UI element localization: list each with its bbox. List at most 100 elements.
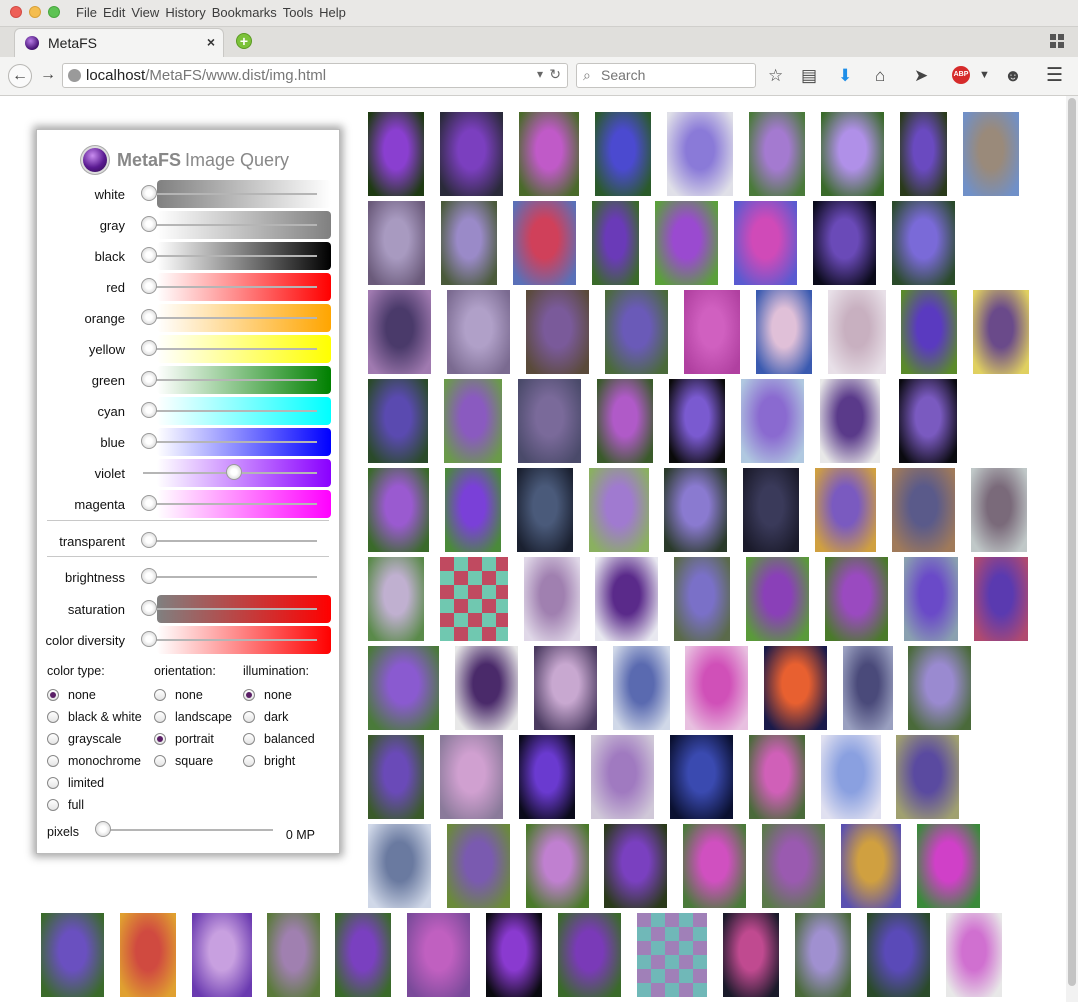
image-thumbnail[interactable]: [368, 824, 431, 908]
pixels-slider-knob[interactable]: [95, 821, 111, 837]
green-slider-track[interactable]: [143, 379, 317, 381]
image-thumbnail[interactable]: [904, 557, 958, 641]
menu-help[interactable]: Help: [319, 5, 346, 20]
transparent-slider-track[interactable]: [143, 540, 317, 542]
image-thumbnail[interactable]: [795, 913, 851, 997]
image-thumbnail[interactable]: [900, 112, 947, 196]
image-thumbnail[interactable]: [524, 557, 580, 641]
image-thumbnail[interactable]: [368, 290, 431, 374]
radio-button[interactable]: [154, 755, 166, 767]
tab-metafs[interactable]: MetaFS ×: [14, 28, 224, 58]
pixels-slider-track[interactable]: [97, 829, 273, 831]
image-thumbnail[interactable]: [764, 646, 827, 730]
illumination-option-dark[interactable]: dark: [243, 706, 315, 728]
image-thumbnail[interactable]: [519, 735, 575, 819]
image-thumbnail[interactable]: [517, 468, 573, 552]
image-thumbnail[interactable]: [120, 913, 176, 997]
brightness-slider-knob[interactable]: [141, 568, 157, 584]
violet-slider-knob[interactable]: [226, 464, 242, 480]
image-thumbnail[interactable]: [683, 824, 746, 908]
image-thumbnail[interactable]: [734, 201, 797, 285]
image-thumbnail[interactable]: [664, 468, 727, 552]
black-slider-track[interactable]: [143, 255, 317, 257]
image-thumbnail[interactable]: [655, 201, 718, 285]
image-thumbnail[interactable]: [762, 824, 825, 908]
image-thumbnail[interactable]: [917, 824, 980, 908]
red-slider-track[interactable]: [143, 286, 317, 288]
image-thumbnail[interactable]: [526, 290, 589, 374]
image-thumbnail[interactable]: [368, 646, 439, 730]
image-thumbnail[interactable]: [749, 735, 805, 819]
image-thumbnail[interactable]: [486, 913, 542, 997]
yellow-slider-track[interactable]: [143, 348, 317, 350]
image-thumbnail[interactable]: [971, 468, 1027, 552]
image-thumbnail[interactable]: [825, 557, 888, 641]
color-diversity-slider-track[interactable]: [143, 639, 317, 641]
image-thumbnail[interactable]: [743, 468, 799, 552]
image-thumbnail[interactable]: [867, 913, 930, 997]
image-thumbnail[interactable]: [595, 557, 658, 641]
image-thumbnail[interactable]: [604, 824, 667, 908]
magenta-slider-knob[interactable]: [141, 495, 157, 511]
color-type-option-monochrome[interactable]: monochrome: [47, 750, 142, 772]
transparent-slider-knob[interactable]: [141, 532, 157, 548]
reading-list-icon[interactable]: ▤: [801, 66, 817, 86]
image-thumbnail[interactable]: [667, 112, 733, 196]
image-thumbnail[interactable]: [591, 735, 654, 819]
image-thumbnail[interactable]: [741, 379, 804, 463]
image-thumbnail[interactable]: [685, 646, 748, 730]
image-thumbnail[interactable]: [946, 913, 1002, 997]
image-thumbnail[interactable]: [908, 646, 971, 730]
image-thumbnail[interactable]: [41, 913, 104, 997]
illumination-option-balanced[interactable]: balanced: [243, 728, 315, 750]
orientation-option-portrait[interactable]: portrait: [154, 728, 232, 750]
url-bar[interactable]: localhost/MetaFS/www.dist/img.html ▾ ↻: [62, 63, 568, 88]
back-button[interactable]: ←: [8, 64, 32, 88]
image-thumbnail[interactable]: [828, 290, 886, 374]
image-thumbnail[interactable]: [440, 735, 503, 819]
image-thumbnail[interactable]: [440, 112, 503, 196]
image-thumbnail[interactable]: [674, 557, 730, 641]
image-thumbnail[interactable]: [519, 112, 579, 196]
image-thumbnail[interactable]: [637, 913, 707, 997]
white-slider-knob[interactable]: [141, 185, 157, 201]
image-thumbnail[interactable]: [589, 468, 649, 552]
close-window-icon[interactable]: [10, 6, 22, 18]
brightness-slider-track[interactable]: [143, 576, 317, 578]
close-tab-icon[interactable]: ×: [207, 34, 215, 50]
orange-slider-knob[interactable]: [141, 309, 157, 325]
image-thumbnail[interactable]: [447, 290, 510, 374]
orientation-option-landscape[interactable]: landscape: [154, 706, 232, 728]
search-input[interactable]: [599, 66, 753, 84]
page-scrollbar[interactable]: [1066, 96, 1078, 1002]
radio-button[interactable]: [243, 733, 255, 745]
image-thumbnail[interactable]: [368, 557, 424, 641]
image-thumbnail[interactable]: [440, 557, 508, 641]
history-dropdown-icon[interactable]: ▾: [537, 67, 543, 81]
cyan-slider-knob[interactable]: [141, 402, 157, 418]
image-thumbnail[interactable]: [592, 201, 639, 285]
saturation-slider-knob[interactable]: [141, 600, 157, 616]
image-thumbnail[interactable]: [756, 290, 812, 374]
image-thumbnail[interactable]: [613, 646, 670, 730]
cyan-slider-track[interactable]: [143, 410, 317, 412]
scrollbar-thumb[interactable]: [1068, 98, 1076, 986]
menu-view[interactable]: View: [131, 5, 159, 20]
adblock-plus-icon[interactable]: ABP: [952, 66, 970, 84]
menu-hamburger-icon[interactable]: ☰: [1046, 64, 1063, 87]
url-text[interactable]: localhost/MetaFS/www.dist/img.html: [86, 67, 326, 84]
downloads-icon[interactable]: ⬇: [838, 66, 852, 86]
image-thumbnail[interactable]: [815, 468, 876, 552]
image-thumbnail[interactable]: [558, 913, 621, 997]
menu-tools[interactable]: Tools: [283, 5, 313, 20]
image-thumbnail[interactable]: [841, 824, 901, 908]
image-thumbnail[interactable]: [670, 735, 733, 819]
image-thumbnail[interactable]: [684, 290, 740, 374]
image-thumbnail[interactable]: [441, 201, 497, 285]
radio-button[interactable]: [47, 733, 59, 745]
menu-history[interactable]: History: [165, 5, 205, 20]
color-diversity-slider-knob[interactable]: [141, 631, 157, 647]
radio-button[interactable]: [243, 755, 255, 767]
image-thumbnail[interactable]: [444, 379, 502, 463]
blue-slider-track[interactable]: [143, 441, 317, 443]
